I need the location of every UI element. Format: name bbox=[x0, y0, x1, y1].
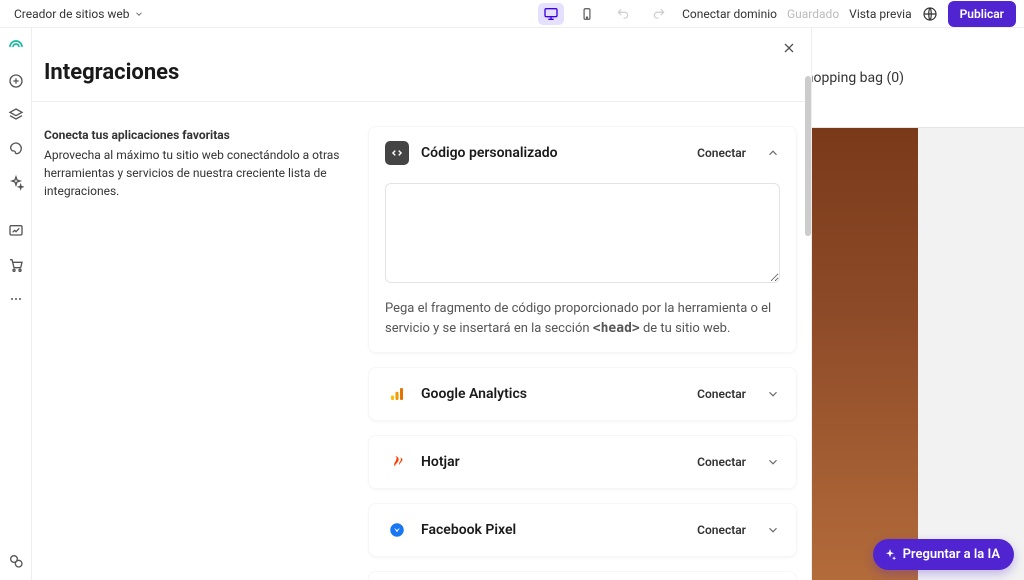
hotjar-icon bbox=[385, 450, 409, 474]
logo-icon[interactable] bbox=[7, 38, 25, 56]
facebook-pixel-icon bbox=[385, 518, 409, 542]
connect-label: Conectar bbox=[697, 146, 746, 160]
integration-name: Google Analytics bbox=[421, 386, 685, 402]
panel-description: Conecta tus aplicaciones favoritas Aprov… bbox=[44, 126, 344, 580]
analytics-icon[interactable] bbox=[7, 222, 25, 240]
topbar: Creador de sitios web Conectar dominio G… bbox=[0, 0, 1024, 28]
integrations-panel: Integraciones Conecta tus aplicaciones f… bbox=[32, 28, 812, 580]
undo-button[interactable] bbox=[610, 3, 636, 25]
integration-header[interactable]: Google Analytics Conectar bbox=[385, 382, 780, 406]
mobile-icon bbox=[580, 7, 594, 21]
connect-label: Conectar bbox=[697, 387, 746, 401]
desc-title: Conecta tus aplicaciones favoritas bbox=[44, 126, 344, 144]
panel-title: Integraciones bbox=[44, 60, 791, 85]
integration-facebook-pixel: Facebook Pixel Conectar bbox=[368, 503, 797, 557]
connect-label: Conectar bbox=[697, 523, 746, 537]
integration-messenger: Chat de Messenger Conectar bbox=[368, 571, 797, 580]
settings-stack-icon[interactable] bbox=[7, 552, 25, 570]
integration-header[interactable]: Facebook Pixel Conectar bbox=[385, 518, 780, 542]
integration-custom-code: Código personalizado Conectar Pega el fr… bbox=[368, 126, 797, 353]
integration-google-analytics: Google Analytics Conectar bbox=[368, 367, 797, 421]
close-button[interactable] bbox=[781, 40, 797, 56]
publish-button[interactable]: Publicar bbox=[948, 1, 1016, 27]
sparkle-icon[interactable] bbox=[7, 174, 25, 192]
preview-link[interactable]: Vista previa bbox=[849, 7, 911, 21]
redo-icon bbox=[652, 7, 666, 21]
globe-icon[interactable] bbox=[922, 6, 938, 22]
brand-label: Creador de sitios web bbox=[14, 7, 130, 21]
integration-name: Código personalizado bbox=[421, 145, 685, 161]
redo-button[interactable] bbox=[646, 3, 672, 25]
ask-ai-label: Preguntar a la IA bbox=[903, 547, 1000, 562]
chevron-down-icon bbox=[134, 9, 144, 19]
integration-hotjar: Hotjar Conectar bbox=[368, 435, 797, 489]
saved-status: Guardado bbox=[787, 7, 839, 21]
integration-header[interactable]: Código personalizado Conectar bbox=[385, 141, 780, 165]
more-icon[interactable] bbox=[7, 290, 25, 308]
code-hint: Pega el fragmento de código proporcionad… bbox=[385, 299, 780, 338]
shopping-bag-label: Shopping bag (0) bbox=[797, 70, 904, 86]
integration-name: Facebook Pixel bbox=[421, 522, 685, 538]
chevron-down-icon bbox=[766, 455, 780, 469]
integrations-list: Código personalizado Conectar Pega el fr… bbox=[368, 126, 797, 580]
desc-body: Aprovecha al máximo tu sitio web conectá… bbox=[44, 146, 344, 200]
cart-icon[interactable] bbox=[7, 256, 25, 274]
ask-ai-button[interactable]: Preguntar a la IA bbox=[873, 539, 1014, 570]
scrollbar[interactable] bbox=[805, 76, 811, 236]
chevron-down-icon bbox=[766, 387, 780, 401]
chevron-up-icon bbox=[766, 146, 780, 160]
add-icon[interactable] bbox=[7, 72, 25, 90]
brand-switcher[interactable]: Creador de sitios web bbox=[8, 5, 150, 23]
chevron-down-icon bbox=[766, 523, 780, 537]
undo-icon bbox=[616, 7, 630, 21]
connect-domain-link[interactable]: Conectar dominio bbox=[682, 7, 777, 21]
custom-code-textarea[interactable] bbox=[385, 183, 780, 283]
device-desktop-button[interactable] bbox=[538, 3, 564, 25]
connect-label: Conectar bbox=[697, 455, 746, 469]
left-rail bbox=[0, 28, 32, 580]
integration-header[interactable]: Hotjar Conectar bbox=[385, 450, 780, 474]
desktop-icon bbox=[543, 6, 559, 22]
code-icon bbox=[385, 141, 409, 165]
layers-icon[interactable] bbox=[7, 106, 25, 124]
close-icon bbox=[781, 40, 797, 56]
google-analytics-icon bbox=[385, 382, 409, 406]
paint-icon[interactable] bbox=[7, 140, 25, 158]
sparkle-icon bbox=[883, 548, 897, 562]
device-mobile-button[interactable] bbox=[574, 3, 600, 25]
integration-name: Hotjar bbox=[421, 454, 685, 470]
